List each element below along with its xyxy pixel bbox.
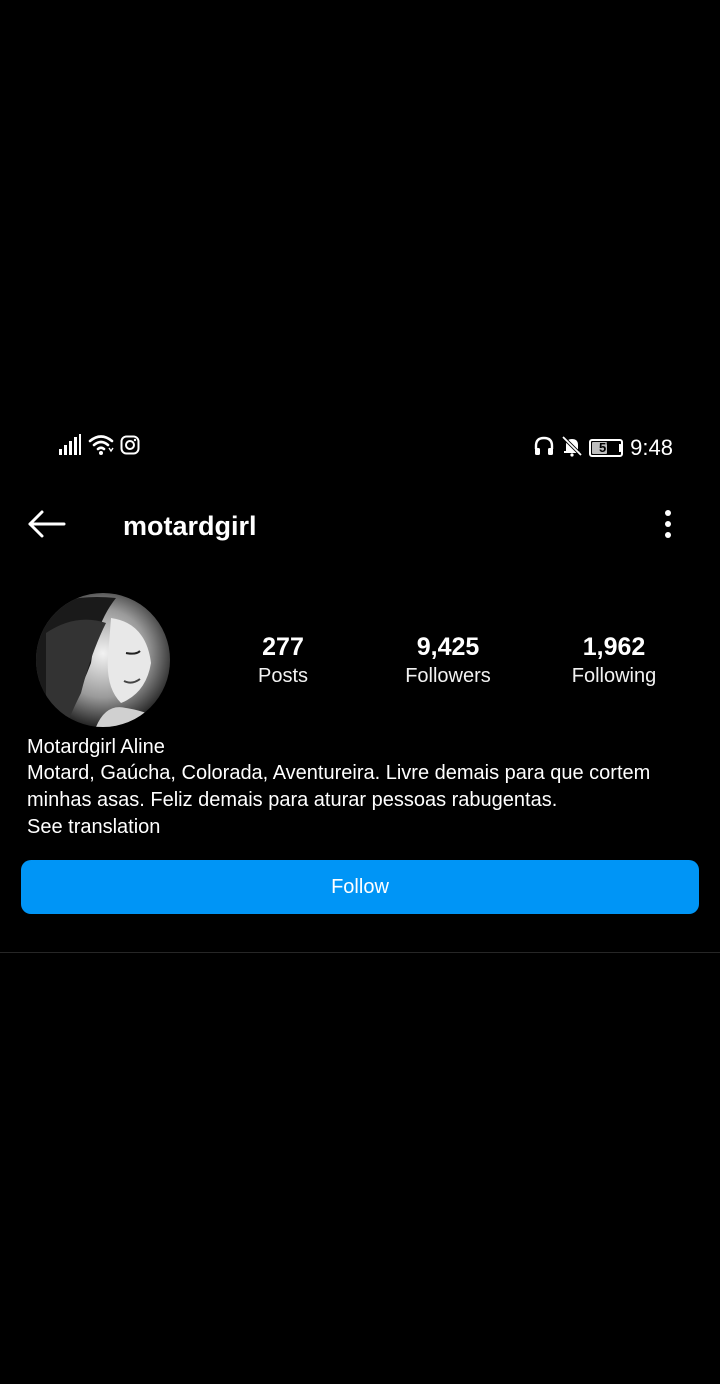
battery-percent: 57 [598,440,614,455]
headphones-icon [533,435,555,462]
status-bar-right: 57 9:48 [533,434,673,462]
profile-header: motardgirl [0,496,720,556]
followers-stat[interactable]: 9,425 Followers [373,632,523,690]
wifi-icon [88,434,114,461]
followers-count: 9,425 [416,633,480,661]
bell-off-icon [561,435,583,462]
more-vertical-icon [664,509,672,544]
battery-indicator: 57 [589,439,624,457]
back-button[interactable] [24,508,68,544]
bio-line: minhas asas. Feliz demais para aturar pe… [27,789,558,811]
avatar[interactable] [36,593,170,727]
followers-label: Followers [405,665,491,687]
following-stat[interactable]: 1,962 Following [539,632,689,690]
more-options-button[interactable] [656,508,680,544]
posts-label: Posts [257,665,309,687]
bio-line: Motard, Gaúcha, Colorada, Aventureira. L… [27,762,651,784]
status-bar: 57 9:48 [0,430,720,466]
following-count: 1,962 [582,633,646,661]
arrow-left-icon [26,509,66,544]
instagram-icon [120,435,140,460]
signal-icon [58,434,82,461]
page-title: motardgirl [123,511,257,541]
see-translation-link[interactable]: See translation [27,814,687,841]
following-label: Following [571,665,657,687]
posts-count: 277 [262,633,304,661]
status-bar-left [58,434,140,461]
posts-stat[interactable]: 277 Posts [208,632,358,690]
display-name: Motardgirl Aline [27,736,165,758]
profile-bio: Motardgirl Aline Motard, Gaúcha, Colorad… [27,734,687,841]
divider [0,952,720,953]
status-time: 9:48 [630,435,673,460]
avatar-image [36,593,170,727]
battery-icon: 57 [589,439,624,457]
follow-button[interactable]: Follow [21,860,699,914]
bio-text: Motard, Gaúcha, Colorada, Aventureira. L… [27,760,687,814]
